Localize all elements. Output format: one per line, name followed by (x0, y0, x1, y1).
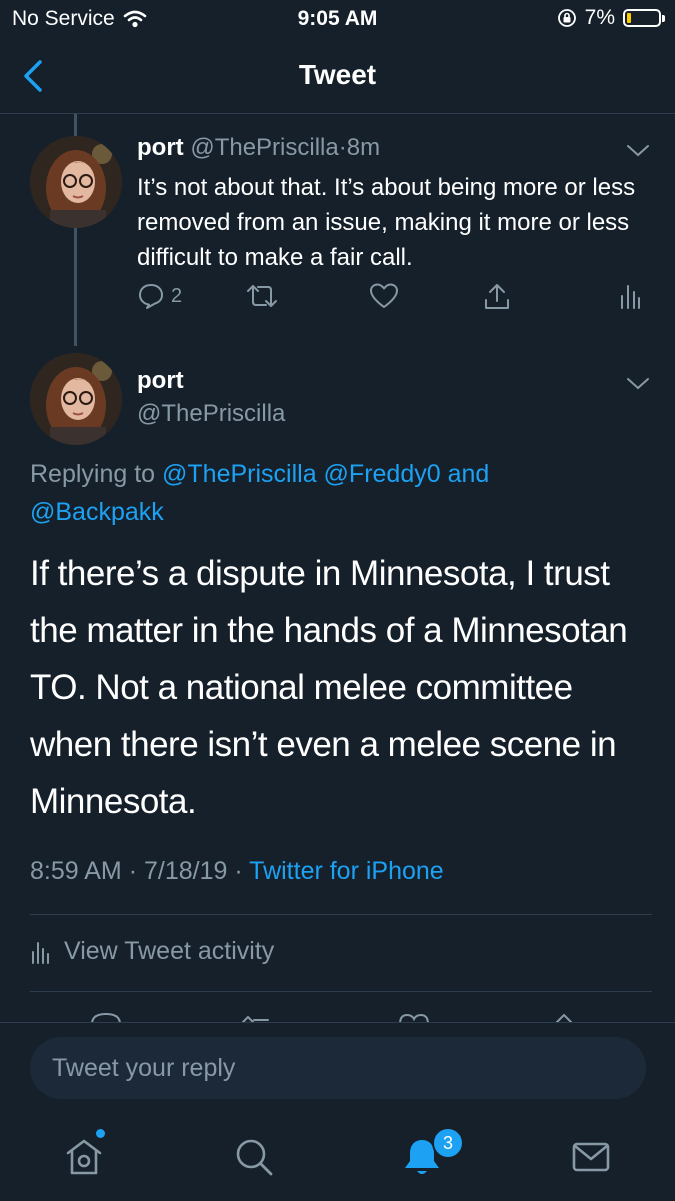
tweet-text: If there’s a dispute in Minnesota, I tru… (30, 554, 628, 821)
tab-bar: 3 (0, 1123, 675, 1201)
divider (30, 991, 652, 992)
replying-prefix: Replying to (30, 460, 156, 488)
chevron-down-icon[interactable] (626, 377, 650, 391)
retweet-action[interactable] (245, 282, 279, 310)
status-bar: No Service 9:05 AM 7% (0, 0, 675, 38)
chevron-down-icon[interactable] (626, 144, 650, 158)
tweet-time: 8:59 AM (30, 857, 122, 885)
tweet-header: port @ThePriscilla·8m (137, 134, 380, 162)
replying-to: Replying to @ThePriscilla @Freddy0 and @… (30, 455, 640, 531)
reply-count: 2 (171, 284, 183, 307)
tab-home[interactable] (62, 1135, 106, 1184)
separator-dot: · (128, 857, 138, 885)
reply-input[interactable]: Tweet your reply (30, 1037, 646, 1099)
tab-search[interactable] (232, 1135, 276, 1184)
battery-percent: 7% (584, 6, 615, 29)
reply-action[interactable]: 2 (137, 282, 182, 310)
handle[interactable]: @ThePriscilla (137, 400, 285, 428)
separator-dot: · (234, 857, 243, 885)
tweet-date: 7/18/19 (143, 857, 228, 885)
search-icon (236, 1139, 273, 1176)
like-action[interactable] (369, 282, 399, 310)
display-name[interactable]: port (137, 367, 184, 395)
tweet-actions: 2 (137, 282, 647, 316)
heart-icon (370, 283, 398, 308)
orientation-lock-icon (557, 9, 576, 27)
status-right: 7% (557, 6, 665, 30)
home-icon (66, 1139, 102, 1175)
avatar-image (30, 136, 122, 228)
home-new-indicator (96, 1129, 105, 1138)
analytics-action[interactable] (619, 282, 641, 310)
tweet-meta: 8:59 AM · 7/18/19 · Twitter for iPhone (30, 857, 444, 886)
separator-dot: · (338, 134, 347, 161)
mention-link[interactable]: @Backpakk (30, 498, 164, 526)
view-tweet-activity[interactable]: View Tweet activity (30, 937, 274, 966)
avatar[interactable] (30, 353, 122, 445)
reply-icon (139, 284, 163, 309)
retweet-icon (247, 285, 277, 307)
activity-label: View Tweet activity (64, 937, 275, 965)
divider (30, 914, 652, 915)
analytics-icon (621, 285, 640, 309)
mail-icon (572, 1142, 610, 1172)
battery-icon (623, 9, 665, 27)
avatar[interactable] (30, 136, 122, 228)
analytics-icon (32, 941, 49, 964)
nav-bar: Tweet (0, 38, 675, 114)
page-title: Tweet (298, 59, 377, 90)
share-icon (485, 284, 509, 309)
avatar-image (30, 353, 122, 445)
tab-messages[interactable] (569, 1135, 613, 1184)
reply-composer: Tweet your reply 3 (0, 1022, 675, 1201)
share-action[interactable] (483, 282, 511, 312)
handle[interactable]: @ThePriscilla (190, 134, 338, 161)
display-name[interactable]: port (137, 134, 184, 161)
notifications-badge: 3 (432, 1127, 464, 1159)
mention-links[interactable]: @ThePriscilla @Freddy0 and (162, 460, 489, 488)
tweet-source[interactable]: Twitter for iPhone (249, 857, 444, 885)
tweet-text: It’s not about that. It’s about being mo… (137, 174, 636, 271)
tweet-age: 8m (346, 134, 381, 161)
